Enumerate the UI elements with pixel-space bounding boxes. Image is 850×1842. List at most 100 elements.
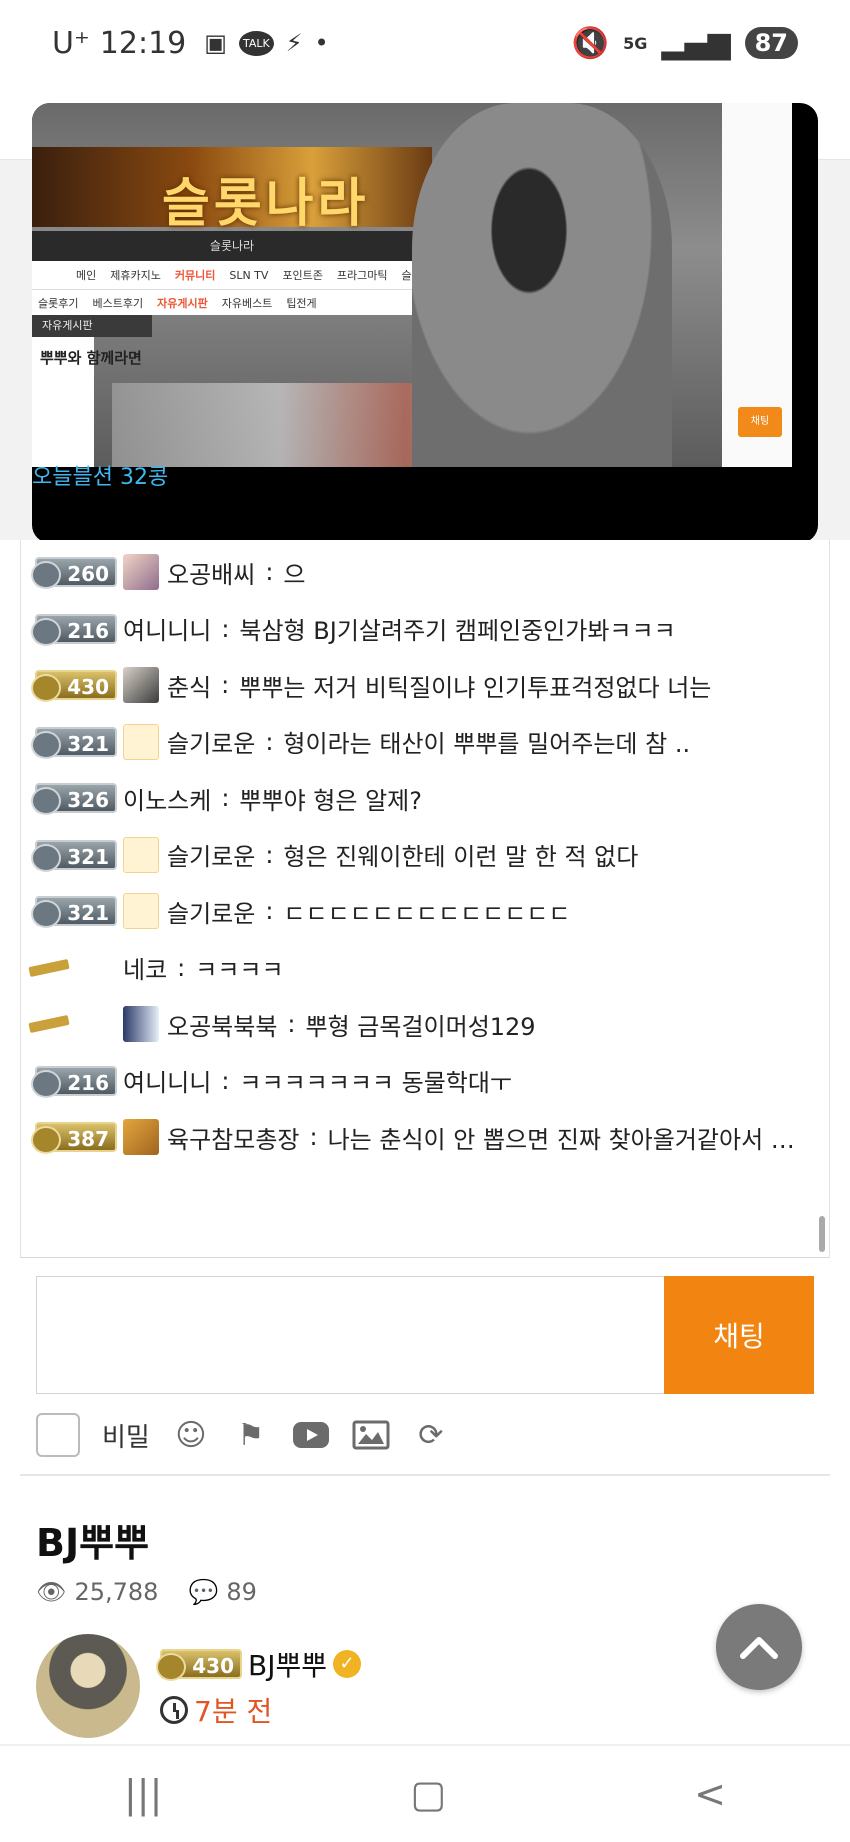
author-level-badge: 430 [156, 1649, 242, 1681]
chat-nickname[interactable]: 춘식 [167, 668, 211, 703]
image-icon[interactable] [352, 1416, 390, 1454]
send-chat-button[interactable]: 채팅 [664, 1276, 814, 1394]
video-nav-item: 포인트존 [282, 269, 323, 282]
comments-count: 89 [226, 1578, 257, 1606]
chat-message[interactable]: 389 오공북북북: 뿌형 금목걸이머성129 [35, 1004, 536, 1044]
status-time: 12:19 [99, 25, 187, 61]
level-badge: 326 [31, 783, 117, 815]
chat-message[interactable]: 260 오공배씨: 으 [31, 552, 306, 592]
video-site-nav: 메인 제휴카지노 커뮤니티 SLN TV 포인트존 프라그마틱 슬롯 [32, 261, 432, 289]
chat-nickname[interactable]: 슬기로운 [167, 894, 255, 929]
home-icon[interactable]: ▢ [410, 1772, 446, 1816]
chat-nickname[interactable]: 슬기로운 [167, 724, 255, 759]
chat-separator: : [221, 1066, 230, 1095]
time-ago: 7분 전 [194, 1695, 273, 1728]
chat-message[interactable]: 321 슬기로운: 형이라는 태산이 뿌뿌를 밀어주는데 참 .. [31, 722, 691, 762]
video-subnav-item-active: 자유게시판 [157, 296, 208, 310]
chat-text: 형이라는 태산이 뿌뿌를 밀어주는데 참 .. [283, 730, 691, 758]
chat-message[interactable]: 216 여니니니: ㅋㅋㅋㅋㅋㅋㅋ 동물학대ㅜ [31, 1061, 513, 1101]
section-divider [20, 1474, 830, 1476]
video-overlay-text: 오늘블션 32콩 [32, 465, 169, 490]
chat-separator: : [265, 897, 274, 925]
dot-icon: • [314, 29, 329, 57]
video-streamer [412, 103, 672, 467]
author-row[interactable]: 430 BJ뿌뿌 ✓ [156, 1644, 361, 1684]
level-badge: 260 [31, 557, 117, 589]
floating-video-player[interactable]: 슬롯나라 슬롯나라 메인 제휴카지노 커뮤니티 SLN TV 포인트존 프라그마… [32, 103, 818, 543]
chat-message[interactable]: 387 육구참모총장: 나는 춘식이 안 뽑으면 진짜 찾아올거같아서 … [31, 1117, 795, 1157]
chat-text: 북삼형 BJ기살려주기 캠페인중인가봐ㅋㅋㅋ [239, 617, 676, 645]
chat-message[interactable]: 네코: ㅋㅋㅋㅋ [35, 948, 284, 988]
chat-scrollbar[interactable] [819, 1216, 825, 1252]
chat-separator: : [177, 953, 186, 982]
chat-panel[interactable]: 260 오공배씨: 으 216 여니니니: 북삼형 BJ기살려주기 캠페인중인가봐ㅋㅋㅋ 4… [20, 540, 830, 1258]
video-subnav-item: 팁전게 [286, 296, 317, 310]
video-site-title: 슬롯나라 [32, 231, 432, 261]
system-nav-bar: ||| ▢ < [0, 1746, 850, 1842]
level-badge: 321 [31, 839, 117, 872]
views-count: 25,788 [74, 1578, 159, 1606]
level-badge: 321 [31, 726, 117, 759]
level-badge [35, 953, 117, 983]
refresh-icon[interactable]: ⟳ [412, 1416, 450, 1454]
chat-text: ㄷㄷㄷㄷㄷㄷㄷㄷㄷㄷㄷㄷㄷ [283, 899, 571, 928]
chat-message[interactable]: 321 슬기로운: 형은 진웨이한테 이런 말 한 적 없다 [31, 835, 639, 875]
scroll-top-button[interactable] [716, 1604, 802, 1690]
chat-message[interactable]: 430 춘식: 뿌뿌는 저거 비틱질이냐 인기투표걱정없다 너는 [31, 665, 711, 705]
comments-stat: 💬 89 [188, 1578, 256, 1606]
level-badge: 216 [31, 1065, 117, 1098]
author-name[interactable]: BJ뿌뿌 [248, 1644, 327, 1684]
eye-icon: 👁 [36, 1578, 67, 1606]
chevron-up-icon [740, 1637, 778, 1659]
chat-nickname[interactable]: 여니니니 [123, 611, 211, 646]
signal-icon: ▂▄▆ [661, 25, 731, 61]
level-badge: 216 [31, 613, 117, 646]
chat-message[interactable]: 321 슬기로운: ㄷㄷㄷㄷㄷㄷㄷㄷㄷㄷㄷㄷㄷ [31, 891, 571, 931]
chat-nickname[interactable]: 이노스케 [123, 781, 211, 816]
network-label: 5G [623, 33, 648, 53]
chat-nickname[interactable]: 슬기로운 [167, 837, 255, 872]
chat-nickname[interactable]: 육구참모총장 [167, 1120, 299, 1155]
video-nav-item-active: 커뮤니티 [174, 269, 216, 282]
user-avatar [123, 667, 159, 703]
chat-separator: : [265, 558, 274, 586]
chat-nickname[interactable]: 오공북북북 [167, 1007, 277, 1042]
clock-icon [160, 1696, 188, 1724]
chat-message[interactable]: 216 여니니니: 북삼형 BJ기살려주기 캠페인중인가봐ㅋㅋㅋ [31, 609, 676, 649]
level-badge: 321 [31, 896, 117, 928]
chat-nickname[interactable]: 여니니니 [123, 1063, 211, 1098]
screenshot-icon: ▣ [204, 29, 227, 57]
chat-message[interactable]: 326 이노스케: 뿌뿌야 형은 알제? [31, 778, 422, 818]
chat-text: ㅋㅋㅋㅋ [195, 956, 284, 984]
video-site-subnav: 슬롯후기 베스트후기 자유게시판 자유베스트 팁전게 [32, 289, 432, 315]
verified-icon: ✓ [333, 1650, 361, 1678]
chat-separator: : [221, 614, 230, 643]
video-subnav-item: 베스트후기 [92, 296, 144, 310]
video-nav-item: 메인 [76, 269, 97, 282]
secret-checkbox[interactable] [36, 1413, 80, 1457]
chat-separator: : [221, 671, 230, 699]
back-icon[interactable]: < [694, 1772, 726, 1816]
author-avatar[interactable] [36, 1634, 140, 1738]
emoji-icon[interactable]: ☺ [172, 1416, 210, 1454]
video-subnav-item: 자유베스트 [221, 296, 273, 310]
flag-icon[interactable]: ⚑ [232, 1416, 270, 1454]
chat-separator: : [265, 840, 274, 869]
chat-nickname[interactable]: 네코 [123, 950, 167, 985]
chat-input[interactable] [37, 1277, 665, 1393]
youtube-icon[interactable] [292, 1416, 330, 1454]
chat-text: ㅋㅋㅋㅋㅋㅋㅋ 동물학대ㅜ [239, 1069, 513, 1097]
recent-apps-icon[interactable]: ||| [124, 1772, 162, 1816]
chat-nickname[interactable]: 오공배씨 [167, 555, 255, 590]
mute-icon: 🔇 [571, 25, 610, 61]
chat-text: 형은 진웨이한테 이런 말 한 적 없다 [283, 843, 639, 871]
user-avatar [123, 893, 159, 929]
user-avatar [123, 1006, 159, 1042]
chat-separator: : [221, 784, 230, 812]
battery-indicator: 87 [744, 27, 798, 59]
views-stat: 👁 25,788 [36, 1578, 158, 1606]
chat-input-row: 채팅 [36, 1276, 814, 1394]
chat-text: 나는 춘식이 안 뽑으면 진짜 찾아올거같아서 … [327, 1125, 795, 1154]
video-board-head: 자유게시판 [32, 315, 152, 337]
video-banner-text: 슬롯나라 [162, 174, 370, 234]
